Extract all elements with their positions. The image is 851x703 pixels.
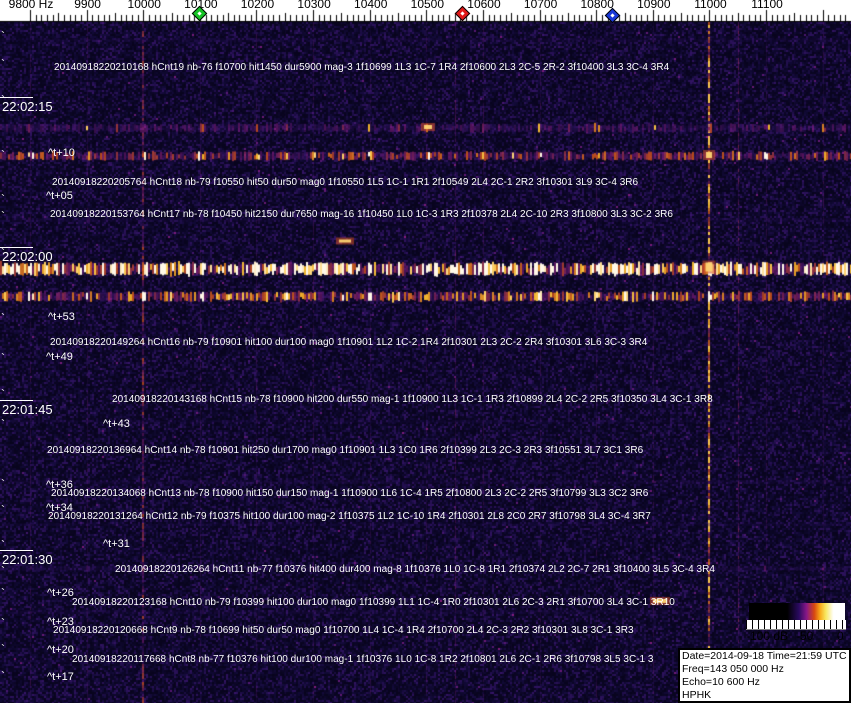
ruler-label-9900: 9900 — [74, 0, 101, 11]
color-scale-legend: -100 dB -50 0 — [744, 600, 848, 644]
time-offset-marker-7: ^t+31 — [103, 538, 130, 550]
ruler-label-9800: 9800 Hz — [8, 0, 54, 11]
time-offset-marker-4: ^t+43 — [103, 418, 130, 430]
event-annotation-10: 20140918220120668 hCnt9 nb-78 f10699 hit… — [53, 625, 634, 636]
event-annotation-6: 20140918220134068 hCnt13 nb-78 f10900 hi… — [51, 488, 649, 499]
edge-tick: ` — [1, 503, 5, 517]
edge-tick: ` — [1, 417, 5, 431]
edge-tick: ` — [1, 57, 5, 71]
info-line-freq: Freq=143 050 000 Hz — [682, 663, 784, 675]
ruler-label-10700: 10700 — [523, 0, 558, 11]
edge-tick: ` — [1, 477, 5, 491]
info-line-station: HPHK — [682, 689, 712, 701]
event-annotation-3: 20140918220149264 hCnt16 nb-79 f10901 hi… — [50, 337, 648, 348]
spectrogram-window: 9800 Hz 9900 10000 10100 10200 10300 10400 1050… — [0, 0, 851, 703]
ruler-label-10300: 10300 — [297, 0, 331, 11]
edge-tick: ` — [1, 616, 5, 630]
edge-tick: ` — [1, 148, 5, 162]
event-annotation-0: 20140918220210168 hCnt19 nb-76 f10700 hi… — [54, 62, 670, 73]
event-annotation-7: 20140918220131264 hCnt12 nb-79 f10375 hi… — [48, 511, 651, 522]
edge-tick: ` — [1, 192, 5, 206]
info-line-date: Date=2014-09-18 Time=21:59 UTC — [682, 650, 847, 662]
time-offset-marker-0: ^t+10 — [48, 147, 75, 159]
time-offset-marker-5: ^t+36 — [46, 479, 73, 491]
edge-tick: ` — [1, 564, 5, 578]
ruler-label-10800: 10800 — [580, 0, 614, 11]
time-offset-marker-11: ^t+17 — [47, 671, 74, 683]
ruler-label-10400: 10400 — [354, 0, 388, 11]
ruler-label-11100: 11100 — [751, 0, 783, 11]
event-annotation-1: 20140918220205764 hCnt18 nb-79 f10550 hi… — [52, 177, 639, 188]
marker-blue-center — [609, 12, 615, 18]
ruler-label-10600: 10600 — [467, 0, 501, 11]
event-annotation-8: 20140918220126264 hCnt11 nb-77 f10376 hi… — [115, 564, 715, 575]
ruler-label-10000: 10000 — [127, 0, 161, 11]
color-scale-label-1: -50 — [796, 629, 814, 643]
edge-tick: ` — [1, 246, 5, 260]
ruler-label-10500: 10500 — [410, 0, 445, 11]
event-annotation-9: 20140918220123168 hCnt10 nb-79 f10399 hi… — [72, 597, 675, 608]
marker-green-center — [197, 10, 202, 16]
time-offset-marker-1: ^t+05 — [46, 190, 73, 202]
event-annotation-2: 20140918220153764 hCnt17 nb-78 f10450 hi… — [50, 209, 673, 220]
marker-red-center — [459, 10, 465, 16]
event-annotation-11: 20140918220117668 hCnt8 nb-77 f10376 hit… — [72, 654, 654, 665]
color-scale-label-2: 0 — [837, 629, 844, 643]
time-offset-marker-9: ^t+23 — [47, 616, 74, 628]
time-label: 22:01:45 — [2, 402, 53, 417]
edge-tick: ` — [1, 642, 5, 656]
event-annotation-4: 20140918220143168 hCnt15 nb-78 f10900 hi… — [112, 394, 713, 405]
edge-tick: ` — [1, 387, 5, 401]
time-offset-marker-6: ^t+34 — [46, 502, 73, 514]
time-label: 22:01:30 — [2, 552, 53, 567]
time-label: 22:02:00 — [2, 249, 53, 264]
event-annotation-5: 20140918220136964 hCnt14 nb-78 f10901 hi… — [47, 445, 644, 456]
edge-tick: ` — [1, 538, 5, 552]
edge-tick: ` — [1, 29, 5, 43]
ruler-label-10200: 10200 — [240, 0, 275, 11]
time-offset-marker-2: ^t+53 — [48, 311, 75, 323]
edge-tick: ` — [1, 311, 5, 325]
time-offset-marker-3: ^t+49 — [46, 351, 73, 363]
info-line-echo: Echo=10 600 Hz — [682, 676, 760, 688]
edge-tick: ` — [1, 93, 5, 107]
time-label: 22:02:15 — [2, 99, 53, 114]
color-scale-bar — [749, 603, 845, 620]
info-box: Date=2014-09-18 Time=21:59 UTC Freq=143 … — [678, 648, 851, 703]
time-offset-marker-10: ^t+20 — [47, 644, 74, 656]
ruler-label-11000: 11000 — [694, 0, 727, 11]
edge-tick: ` — [1, 669, 5, 683]
time-offset-marker-8: ^t+26 — [47, 587, 74, 599]
ruler-label-10900: 10900 — [637, 0, 671, 11]
color-scale-label-0: -100 dB — [746, 629, 789, 643]
edge-tick: ` — [1, 209, 5, 223]
edge-tick: ` — [1, 351, 5, 365]
edge-tick: ` — [1, 586, 5, 600]
